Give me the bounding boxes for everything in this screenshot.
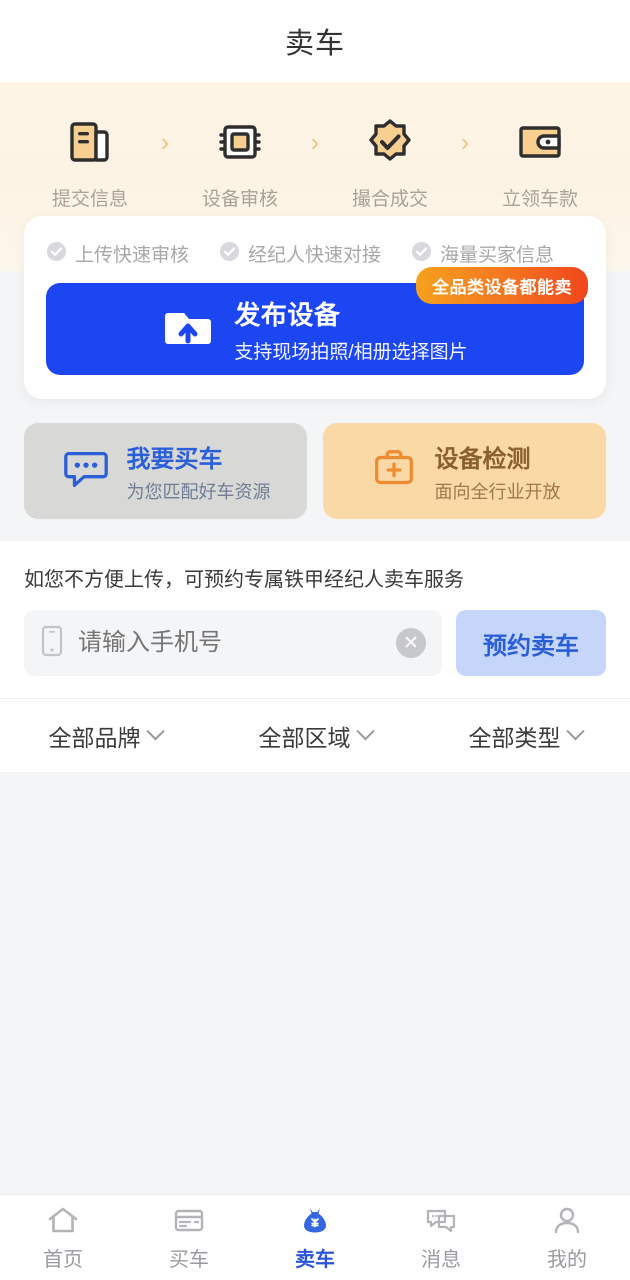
bottom-tab-bar: 首页 买车 卖车 消息 我的 <box>0 1194 630 1280</box>
page-title: 卖车 <box>284 28 345 60</box>
home-icon <box>46 1204 80 1238</box>
chevron-down-icon <box>145 722 165 741</box>
step-separator: › <box>310 126 320 157</box>
filter-label: 全部品牌 <box>48 724 141 751</box>
quick-action-cards: 我要买车 为您匹配好车资源 设备检测 面向全行业开放 <box>24 423 606 519</box>
step-separator: › <box>460 126 470 157</box>
folder-upload-icon <box>162 301 214 358</box>
inspection-title: 设备检测 <box>434 445 531 473</box>
tab-label: 首页 <box>43 1248 83 1271</box>
chevron-down-icon <box>565 722 585 741</box>
inspection-texts: 设备检测 面向全行业开放 <box>435 439 561 504</box>
publish-button-content: 发布设备 支持现场拍照/相册选择图片 <box>162 295 468 364</box>
badge-check-icon <box>362 114 418 170</box>
chip-review-icon <box>212 114 268 170</box>
step-receive-payment[interactable]: 立领车款 <box>484 114 596 211</box>
phone-reservation-row: ✕ 预约卖车 <box>24 610 606 676</box>
broker-reservation-section: 如您不方便上传，可预约专属铁甲经纪人卖车服务 ✕ 预约卖车 <box>0 541 630 698</box>
tab-label: 买车 <box>169 1248 209 1271</box>
step-separator: › <box>160 126 170 157</box>
card-icon <box>172 1204 206 1238</box>
wallet-icon <box>512 114 568 170</box>
tab-home[interactable]: 首页 <box>0 1204 126 1272</box>
check-circle-icon <box>411 241 432 267</box>
steps-row: 提交信息 › 设备审核 › 撮合成交 › 立领车款 <box>0 114 630 211</box>
filter-type[interactable]: 全部类型 <box>420 719 630 753</box>
chevron-down-icon <box>355 722 375 741</box>
reserve-sell-button[interactable]: 预约卖车 <box>456 610 606 676</box>
tab-label: 卖车 <box>295 1248 335 1271</box>
tab-label: 消息 <box>421 1248 461 1271</box>
step-submit-info[interactable]: 提交信息 <box>34 114 146 211</box>
feature-badge: 上传快速审核 <box>46 240 189 267</box>
message-icon <box>424 1204 458 1238</box>
buy-car-title: 我要买车 <box>126 445 223 473</box>
step-label: 设备审核 <box>201 189 278 210</box>
equipment-inspection-card[interactable]: 设备检测 面向全行业开放 <box>323 423 606 519</box>
publish-promo-badge: 全品类设备都能卖 <box>416 267 588 304</box>
tab-message[interactable]: 消息 <box>378 1204 504 1272</box>
filter-brand[interactable]: 全部品牌 <box>0 719 210 753</box>
toolbox-plus-icon <box>369 444 419 499</box>
buy-car-texts: 我要买车 为您匹配好车资源 <box>127 439 271 504</box>
step-label: 提交信息 <box>51 189 128 210</box>
chat-bubble-icon <box>61 444 111 499</box>
inspection-subtitle: 面向全行业开放 <box>434 481 561 502</box>
publish-card: 上传快速审核 经纪人快速对接 海量买家信息 全品类设备都能卖 发布设备 支持现场… <box>24 216 606 399</box>
publish-subtitle: 支持现场拍照/相册选择图片 <box>234 341 468 363</box>
filter-label: 全部类型 <box>468 724 561 751</box>
step-equipment-review[interactable]: 设备审核 <box>184 114 296 211</box>
feature-label: 上传快速审核 <box>75 245 190 266</box>
feature-badge: 海量买家信息 <box>411 240 554 267</box>
step-match-deal[interactable]: 撮合成交 <box>334 114 446 211</box>
step-label: 撮合成交 <box>351 189 428 210</box>
phone-input-field[interactable]: ✕ <box>24 610 442 676</box>
filter-region[interactable]: 全部区域 <box>210 719 420 753</box>
publish-equipment-button[interactable]: 全品类设备都能卖 发布设备 支持现场拍照/相册选择图片 <box>46 267 588 375</box>
feature-label: 海量买家信息 <box>440 245 555 266</box>
check-circle-icon <box>219 241 240 267</box>
buy-car-subtitle: 为您匹配好车资源 <box>126 481 271 502</box>
buy-car-card[interactable]: 我要买车 为您匹配好车资源 <box>24 423 307 519</box>
equipment-list-area <box>0 772 630 1186</box>
tab-buy[interactable]: 买车 <box>126 1204 252 1272</box>
filter-label: 全部区域 <box>258 724 351 751</box>
page-header: 卖车 <box>0 0 630 82</box>
phone-input[interactable] <box>78 629 396 657</box>
check-circle-icon <box>46 241 67 267</box>
mobile-phone-icon <box>40 625 64 662</box>
money-bag-icon <box>298 1204 332 1238</box>
feature-badge: 经纪人快速对接 <box>219 240 381 267</box>
person-icon <box>550 1204 584 1238</box>
step-label: 立领车款 <box>501 189 578 210</box>
broker-note: 如您不方便上传，可预约专属铁甲经纪人卖车服务 <box>24 569 464 591</box>
document-upload-icon <box>62 114 118 170</box>
clear-circle-icon[interactable]: ✕ <box>396 628 426 658</box>
tab-profile[interactable]: 我的 <box>504 1204 630 1272</box>
tab-label: 我的 <box>547 1248 587 1271</box>
app-screen: 卖车 提交信息 › 设备审核 › 撮合成交 › 立领车款 上传快速审核 经纪人快… <box>0 0 630 1280</box>
feature-label: 经纪人快速对接 <box>248 245 382 266</box>
publish-texts: 发布设备 支持现场拍照/相册选择图片 <box>234 295 467 364</box>
tab-sell[interactable]: 卖车 <box>252 1204 378 1272</box>
filter-bar: 全部品牌 全部区域 全部类型 <box>0 698 630 772</box>
